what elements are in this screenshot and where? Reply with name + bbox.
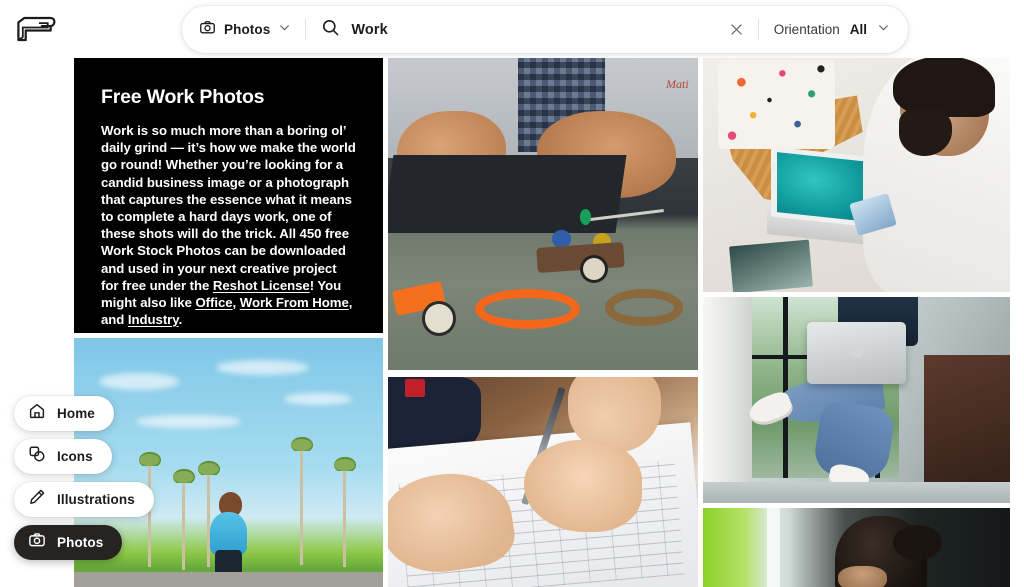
sidebar-item-illustrations[interactable]: Illustrations xyxy=(14,482,154,517)
promo-body: Work is so much more than a boring ol’ d… xyxy=(101,122,357,328)
orientation-value: All xyxy=(849,22,867,37)
content-type-label: Photos xyxy=(224,22,271,37)
search-bar: Photos Work Orientation All xyxy=(182,6,908,53)
link-work-from-home[interactable]: Work From Home xyxy=(240,295,349,310)
photo-writing-hands-image xyxy=(388,377,698,587)
search-icon xyxy=(321,18,340,42)
chevron-down-icon xyxy=(877,21,890,39)
promo-card: Free Work Photos Work is so much more th… xyxy=(74,58,383,333)
sidebar-item-icons-label: Icons xyxy=(57,449,93,464)
pencil-icon xyxy=(28,488,46,511)
orientation-label: Orientation xyxy=(773,22,840,37)
sidebar-item-home-label: Home xyxy=(57,406,95,421)
page-root: Free Work Photos Work is so much more th… xyxy=(0,0,1024,587)
shapes-icon xyxy=(28,445,46,468)
promo-body-text-1: Work is so much more than a boring ol’ d… xyxy=(101,123,356,293)
reshot-logo[interactable] xyxy=(14,12,58,46)
photo-watchmaker-image: Mati xyxy=(388,58,698,370)
promo-card-content: Free Work Photos Work is so much more th… xyxy=(74,58,383,328)
close-icon xyxy=(731,24,742,35)
promo-body-sep-1: , xyxy=(232,295,240,311)
promo-body-text-4: . xyxy=(178,312,183,328)
promo-title: Free Work Photos xyxy=(101,86,265,108)
sidebar-item-illustrations-label: Illustrations xyxy=(57,492,135,507)
camera-icon xyxy=(199,19,216,41)
photo-man-laptop-phone[interactable] xyxy=(703,58,1010,292)
sidebar-item-photos-label: Photos xyxy=(57,535,104,550)
clear-search-button[interactable] xyxy=(722,15,752,45)
photo-legs-laptop-window-image xyxy=(703,297,1010,503)
floating-sidebar-nav: Home Icons Illustrations Photos xyxy=(14,396,154,568)
photo-woman-window-image xyxy=(703,508,1010,587)
app-header: Photos Work Orientation All xyxy=(0,0,1024,58)
home-icon xyxy=(28,402,46,425)
sidebar-item-icons[interactable]: Icons xyxy=(14,439,112,474)
chevron-down-icon xyxy=(278,21,291,39)
photo-watchmaker[interactable]: Mati xyxy=(388,58,698,370)
sidebar-item-home[interactable]: Home xyxy=(14,396,114,431)
photo-writing-hands[interactable] xyxy=(388,377,698,587)
link-industry[interactable]: Industry xyxy=(128,312,179,327)
link-reshot-license[interactable]: Reshot License xyxy=(213,278,310,293)
orientation-filter[interactable]: Orientation All xyxy=(759,6,908,53)
link-office[interactable]: Office xyxy=(195,295,232,310)
photo-legs-laptop-window[interactable] xyxy=(703,297,1010,503)
search-input[interactable]: Work xyxy=(351,22,387,38)
photo-man-laptop-phone-image xyxy=(703,58,1010,292)
content-type-filter[interactable]: Photos xyxy=(182,6,305,53)
photo-watermark: Mati xyxy=(666,76,689,91)
search-field-group[interactable]: Work xyxy=(306,6,721,53)
sidebar-item-photos[interactable]: Photos xyxy=(14,525,123,560)
camera-icon xyxy=(28,531,46,554)
photo-woman-window[interactable] xyxy=(703,508,1010,587)
